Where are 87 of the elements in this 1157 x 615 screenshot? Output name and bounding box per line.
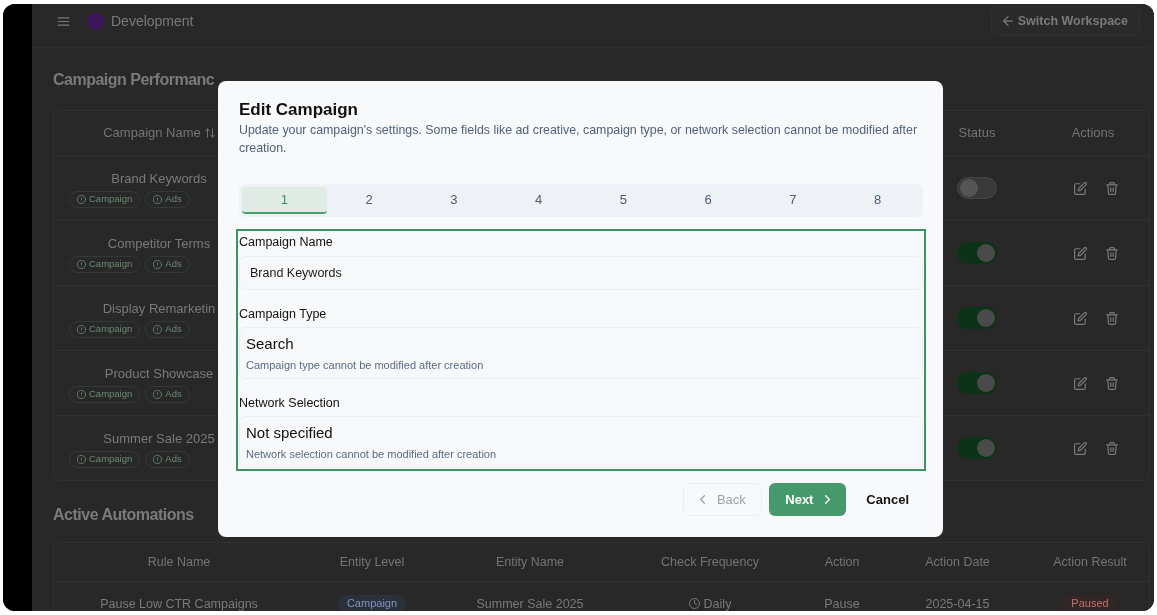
trash-icon[interactable] [1106, 376, 1118, 390]
trash-icon[interactable] [1106, 181, 1118, 195]
field-hint: Network selection cannot be modified after creation [246, 447, 497, 461]
next-button[interactable]: Next [769, 483, 847, 516]
tag-label: Ads [165, 192, 182, 207]
step-tab[interactable]: 2 [326, 187, 412, 214]
toggle-switch[interactable] [957, 372, 997, 394]
table-cell: Pause Low CTR Campaigns [100, 596, 258, 611]
dialog-title: Edit Campaign [239, 99, 358, 121]
alert-circle-icon [77, 390, 86, 399]
step-tab[interactable]: 3 [411, 187, 497, 214]
field-label: Campaign Name [239, 234, 333, 250]
column-header: Action Result [1053, 553, 1127, 571]
toggle-switch[interactable] [957, 177, 997, 199]
column-header: Entity Name [495, 553, 565, 571]
campaign-name: Display Remarketin [102, 301, 216, 317]
table-cell: 2025-04-15 [925, 596, 990, 611]
edit-icon[interactable] [1074, 311, 1087, 325]
column-header: Action Date [925, 553, 990, 571]
campaign-name: Competitor Terms [107, 236, 211, 252]
tag-label: Ads [165, 322, 182, 337]
campaign-name: Brand Keywords [111, 171, 207, 187]
table-cell: Summer Sale 2025 [476, 596, 584, 611]
alert-circle-icon [77, 455, 86, 464]
step-tab[interactable]: 4 [496, 187, 581, 214]
tag-label: Ads [165, 387, 182, 402]
field-hint: Campaign type cannot be modified after creation [246, 358, 484, 372]
cancel-button[interactable]: Cancel [854, 483, 921, 516]
menu-icon[interactable] [57, 16, 70, 26]
column-header: Actions [1071, 124, 1115, 143]
arrow-left-icon [1002, 16, 1013, 26]
edit-icon[interactable] [1074, 246, 1087, 260]
toggle-switch[interactable] [957, 437, 997, 459]
tag-label: Campaign [89, 192, 133, 207]
field-value: Search [246, 335, 294, 353]
step-tab[interactable]: 6 [665, 187, 751, 214]
trash-icon[interactable] [1106, 441, 1118, 455]
trash-icon[interactable] [1106, 311, 1118, 325]
edit-icon[interactable] [1074, 376, 1087, 390]
clock-icon [688, 598, 700, 609]
edit-icon[interactable] [1074, 181, 1087, 195]
step-tab[interactable]: 5 [581, 187, 666, 214]
workspace-name: Development [111, 11, 194, 31]
campaign-name: Summer Sale 2025 [103, 431, 215, 447]
step-tab[interactable]: 8 [835, 187, 920, 214]
column-header: Campaign Name [103, 124, 201, 143]
column-header: Entity Level [339, 553, 405, 571]
alert-circle-icon [77, 195, 86, 204]
section-title: Active Automations [53, 505, 194, 525]
table-cell: Pause [824, 596, 860, 611]
column-header: Action [824, 553, 860, 571]
field-value: Not specified [246, 424, 333, 442]
text-input[interactable]: Brand Keywords [239, 256, 923, 290]
sort-icon[interactable] [204, 128, 215, 138]
campaign-name: Product Showcase [104, 366, 214, 382]
field-label: Campaign Type [239, 306, 327, 322]
alert-circle-icon [153, 195, 163, 204]
tag-label: Campaign [89, 322, 133, 337]
alert-circle-icon [153, 455, 163, 464]
alert-circle-icon [77, 325, 86, 334]
alert-circle-icon [153, 260, 163, 269]
alert-circle-icon [153, 390, 163, 399]
tag-label: Campaign [89, 452, 133, 467]
step-tab[interactable]: 7 [750, 187, 836, 214]
column-header: Status [958, 124, 996, 143]
tag-label: Campaign [89, 257, 133, 272]
tag-label: Ads [165, 452, 182, 467]
toggle-switch[interactable] [957, 242, 997, 264]
toggle-switch[interactable] [957, 307, 997, 329]
trash-icon[interactable] [1106, 246, 1118, 260]
chevron-left-icon [699, 495, 705, 504]
edit-icon[interactable] [1074, 441, 1087, 455]
section-title: Campaign Performanc [53, 70, 215, 90]
column-header: Rule Name [147, 553, 211, 571]
step-tab[interactable]: 1 [242, 187, 327, 214]
alert-circle-icon [153, 325, 163, 334]
dialog-description: Update your campaign's settings. Some fields like ad creative, campaign type, or network selection cannot be modified after creation. [239, 122, 918, 157]
tag-label: Campaign [89, 387, 133, 402]
alert-circle-icon [77, 260, 86, 269]
switch-workspace-button[interactable]: Switch Workspace [990, 6, 1140, 36]
entity-level-tag: Campaign [337, 595, 407, 611]
chevron-right-icon [825, 495, 831, 504]
result-tag: Paused [1062, 595, 1118, 611]
column-header: Check Frequency [661, 553, 759, 571]
frequency-text: Daily [703, 596, 732, 611]
tag-label: Ads [165, 257, 182, 272]
field-label: Network Selection [239, 395, 340, 411]
